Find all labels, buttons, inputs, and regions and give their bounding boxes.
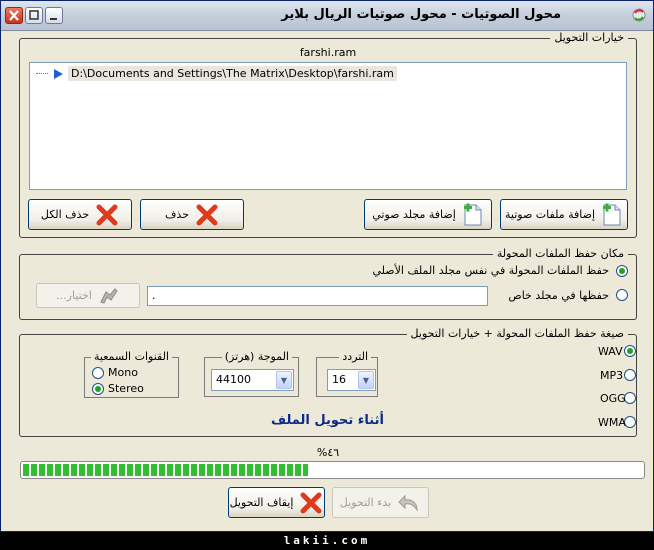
stop-conversion-button[interactable]: إيقاف التحويل — [228, 487, 325, 518]
add-audio-folder-label: إضافة مجلد صوتي — [372, 208, 456, 221]
delete-all-icon — [96, 204, 118, 225]
progress-bar — [20, 461, 645, 479]
format-radio-mp3[interactable] — [624, 369, 636, 381]
channel-label-stereo: Stereo — [108, 382, 144, 395]
same-folder-radio[interactable] — [616, 265, 628, 277]
conversion-options-label: خيارات التحويل — [550, 31, 628, 44]
delete-icon — [196, 204, 218, 225]
file-path: D:\Documents and Settings\The Matrix\Des… — [68, 66, 397, 81]
format-label-ogg: OGG — [600, 392, 626, 405]
sample-rate-value: 44100 — [216, 373, 251, 386]
delete-label: حذف — [165, 208, 189, 221]
close-button[interactable] — [5, 7, 23, 24]
custom-folder-radio[interactable] — [616, 289, 628, 301]
chevron-down-icon[interactable]: ▼ — [276, 371, 292, 389]
frequency-value: 16 — [332, 373, 346, 386]
format-radio-wav[interactable] — [624, 345, 636, 357]
custom-folder-label: حفظها في مجلد خاص — [508, 289, 609, 302]
sample-rate-label: الموجة (هرتز) — [221, 350, 292, 363]
add-audio-files-button[interactable]: إضافة ملفات صوتية — [500, 199, 628, 230]
start-conversion-label: بدء التحويل — [339, 496, 392, 509]
frequency-label: التردد — [339, 350, 371, 363]
add-file-icon — [603, 203, 621, 225]
sample-rate-select[interactable]: 44100 ▼ — [211, 369, 294, 391]
delete-button[interactable]: حذف — [140, 199, 244, 230]
browse-label: اختيار... — [56, 289, 92, 302]
file-list[interactable]: D:\Documents and Settings\The Matrix\Des… — [29, 62, 627, 190]
format-label-mp3: MP3 — [600, 369, 624, 382]
title-bar[interactable]: محول الصوتيات - محول صوتيات الريال بلاير — [1, 1, 653, 31]
channels-label: القنوات السمعية — [91, 350, 172, 363]
maximize-icon — [29, 10, 39, 20]
save-location-label: مكان حفظ الملفات المحولة — [492, 247, 628, 260]
same-folder-label: حفظ الملفات المحولة في نفس مجلد الملف ال… — [372, 264, 609, 277]
delete-all-button[interactable]: حذف الكل — [28, 199, 132, 230]
save-path-input[interactable]: . — [147, 286, 488, 306]
footer-watermark: lakii.com — [0, 532, 654, 550]
window-title: محول الصوتيات - محول صوتيات الريال بلاير — [281, 7, 561, 22]
maximize-button[interactable] — [25, 7, 43, 24]
frequency-select[interactable]: 16 ▼ — [327, 369, 376, 391]
format-label-wma: WMA — [598, 416, 626, 429]
minimize-icon — [50, 18, 57, 20]
close-icon — [9, 10, 19, 21]
chevron-down-icon[interactable]: ▼ — [358, 371, 374, 389]
app-icon[interactable] — [631, 7, 647, 23]
play-icon — [54, 68, 63, 79]
progress-percent: %٤٦ — [316, 446, 340, 459]
format-label-wav: WAV — [598, 345, 623, 358]
channel-radio-mono[interactable] — [92, 367, 104, 379]
progress-fill — [23, 464, 308, 476]
format-radio-ogg[interactable] — [624, 392, 636, 404]
add-audio-files-label: إضافة ملفات صوتية — [505, 208, 596, 221]
minimize-button[interactable] — [45, 7, 63, 24]
browse-button[interactable]: اختيار... — [36, 283, 140, 308]
start-conversion-button[interactable]: بدء التحويل — [332, 487, 429, 518]
add-folder-icon — [463, 203, 482, 225]
add-audio-folder-button[interactable]: إضافة مجلد صوتي — [364, 199, 492, 230]
browse-icon — [100, 287, 118, 304]
format-group-label: صيغة حفظ الملفات المحولة + خيارات التحوي… — [406, 327, 628, 340]
stop-icon — [300, 492, 322, 513]
channel-radio-stereo[interactable] — [92, 383, 104, 395]
app-window: محول الصوتيات - محول صوتيات الريال بلاير… — [0, 0, 654, 532]
delete-all-label: حذف الكل — [40, 208, 90, 221]
list-item[interactable]: D:\Documents and Settings\The Matrix\Des… — [36, 66, 397, 81]
stop-conversion-label: إيقاف التحويل — [229, 496, 294, 509]
undo-arrow-icon — [398, 494, 418, 512]
conversion-status: أثناء تحويل الملف — [271, 413, 384, 428]
channel-label-mono: Mono — [108, 366, 138, 379]
list-header: farshi.ram — [299, 46, 357, 59]
